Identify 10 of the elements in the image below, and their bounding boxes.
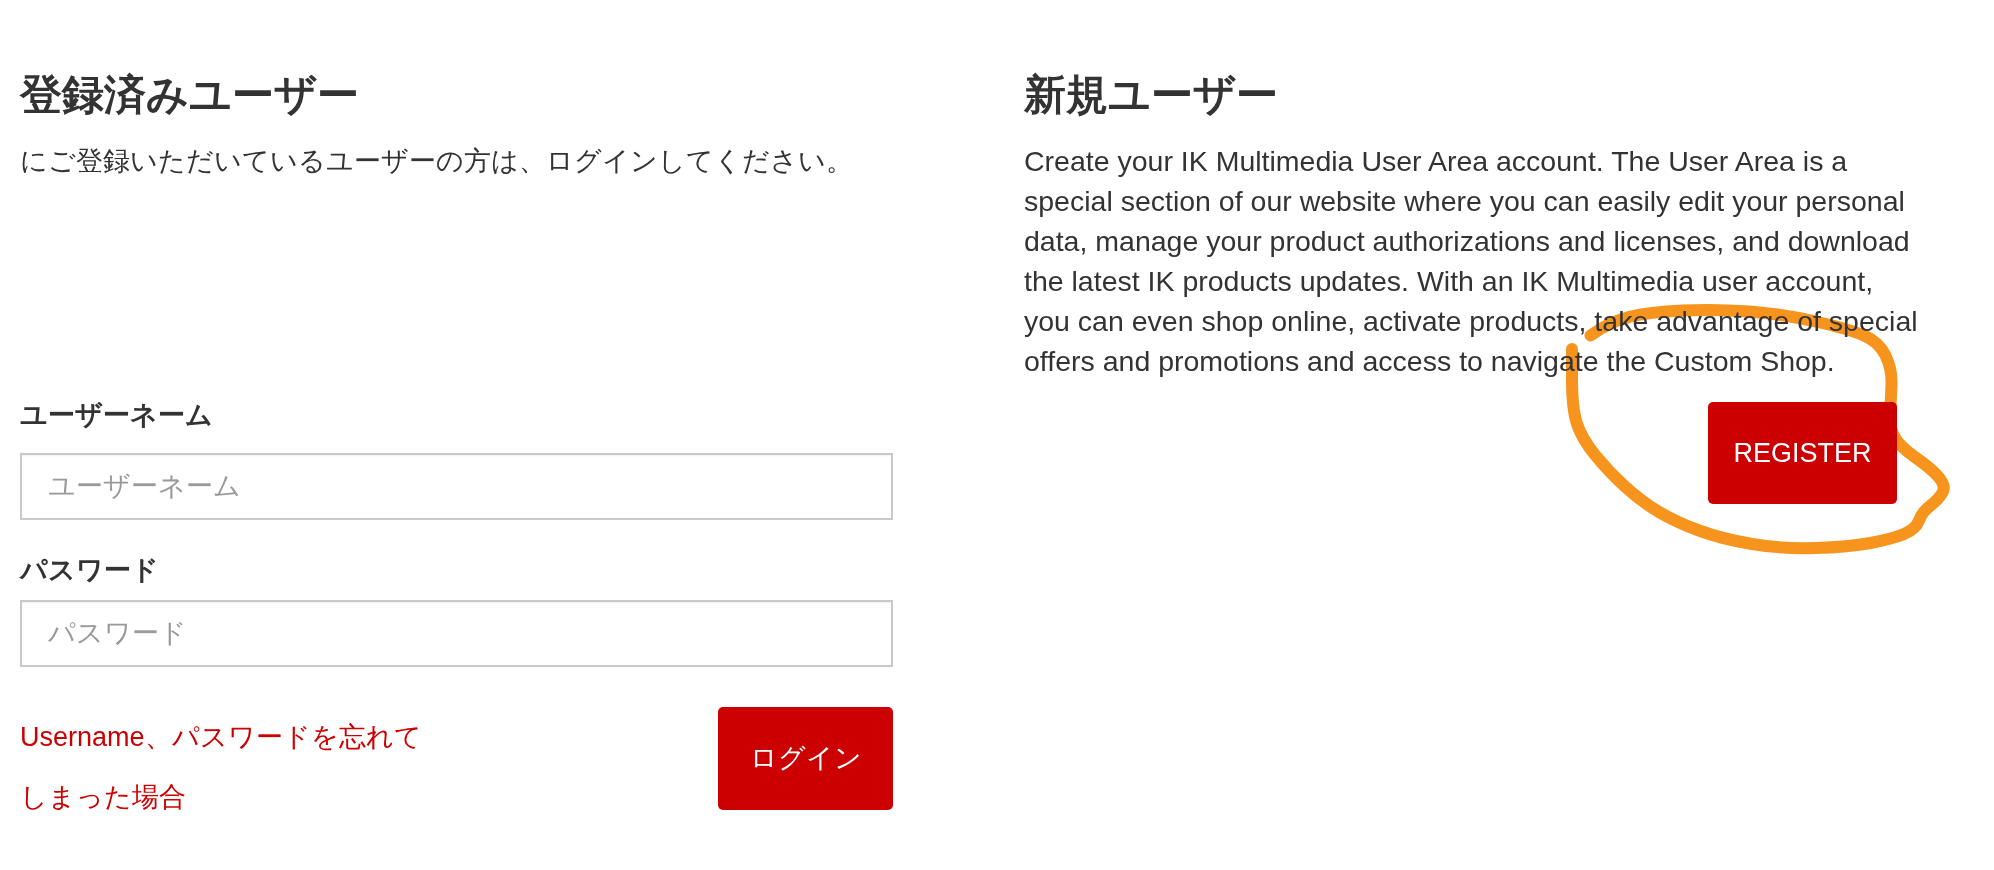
register-button[interactable]: REGISTER <box>1708 402 1897 504</box>
field-label: ユーザーネーム <box>20 399 214 432</box>
section-heading: 登録済みユーザー <box>20 70 360 120</box>
username-field[interactable]: ユーザーネーム <box>20 453 893 520</box>
section-heading: 新規ユーザー <box>1024 70 1279 120</box>
field-label: パスワード <box>20 554 160 587</box>
login-instructions: にご登録いただいているユーザーの方は、ログインしてください。 <box>20 145 854 178</box>
login-button[interactable]: ログイン <box>718 707 893 810</box>
password-field[interactable]: パスワード <box>20 600 893 667</box>
forgot-password-link[interactable]: Username、パスワードを忘れてしまった場合 <box>20 707 430 827</box>
